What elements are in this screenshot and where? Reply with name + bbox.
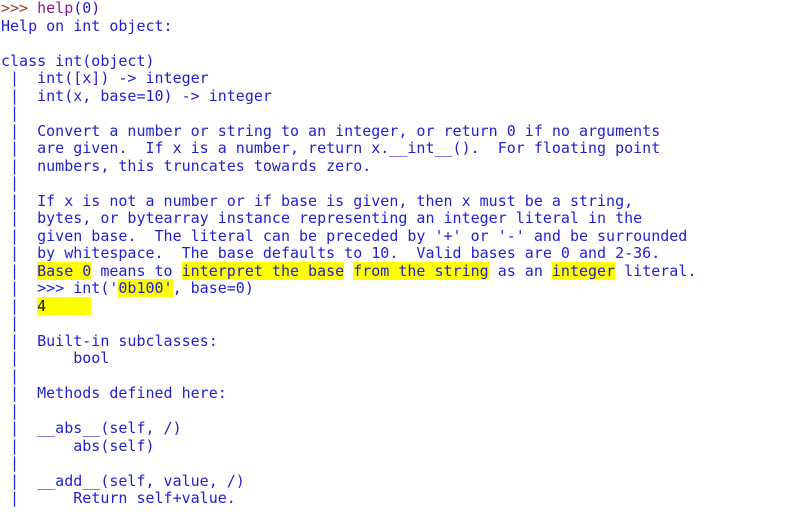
line-10-convert-description-cont2-seg-0: | numbers, this truncates towards zero.	[1, 156, 372, 175]
line-7-pipe-seg-0: |	[1, 104, 38, 122]
line-18-example-result-4-seg-0: |	[1, 296, 38, 315]
line-29-method-add-doc: | Return self+value.	[0, 489, 787, 508]
line-16-base-0-means-highlighted-seg-2: means to	[91, 261, 182, 280]
line-13-bytes-bytearray: | bytes, or bytearray instance represent…	[0, 209, 787, 228]
line-25-method-abs-signature: | __abs__(self, /)	[0, 419, 787, 438]
line-1-prompt-help-call-seg-0: >>>	[1, 0, 38, 17]
line-1-prompt-help-call-seg-2: (0)	[73, 0, 101, 17]
line-21-subclass-bool-seg-0: | bool	[1, 349, 110, 367]
line-18-example-result-4: | 4	[0, 296, 787, 316]
line-17-example-int-call: | >>> int('0b100', base=0)	[0, 279, 787, 298]
line-16-base-0-means-highlighted-seg-5: from the string	[353, 261, 489, 280]
line-25-method-abs-signature-seg-0: | __abs__(self, /)	[1, 419, 182, 437]
line-9-convert-description-cont: | are given. If x is a number, return x.…	[0, 139, 787, 158]
line-16-base-0-means-highlighted-seg-6: as an	[488, 261, 552, 280]
line-22-pipe-seg-0: |	[1, 366, 38, 385]
line-20-builtin-subclasses-header-seg-0: | Built-in subclasses:	[1, 331, 218, 350]
line-5-signature-int-x: | int([x]) -> integer	[0, 69, 787, 88]
line-21-subclass-bool: | bool	[0, 349, 787, 368]
line-7-pipe: |	[0, 104, 787, 123]
line-17-example-int-call-seg-0: | >>> int('	[1, 279, 119, 297]
line-20-builtin-subclasses-header: | Built-in subclasses:	[0, 331, 787, 351]
line-26-method-abs-doc: | abs(self)	[0, 436, 787, 456]
line-1-prompt-help-call-seg-1: help	[37, 0, 74, 17]
line-12-if-x-not-number-seg-0: | If x is not a number or if base is giv…	[1, 191, 634, 210]
line-16-base-0-means-highlighted-seg-8: literal.	[615, 261, 697, 280]
line-11-pipe: |	[0, 174, 787, 193]
line-6-signature-int-x-base-seg-0: | int(x, base=10) -> integer	[1, 86, 272, 105]
line-15-whitespace-base-defaults: | by whitespace. The base defaults to 10…	[0, 244, 787, 263]
line-16-base-0-means-highlighted-seg-1: Base 0	[37, 261, 92, 280]
line-26-method-abs-doc-seg-0: | abs(self)	[1, 436, 155, 455]
line-4-class-int-object: class int(object)	[0, 51, 787, 71]
line-5-signature-int-x-seg-0: | int([x]) -> integer	[1, 69, 209, 87]
line-16-base-0-means-highlighted: | Base 0 means to interpret the base fro…	[0, 261, 787, 281]
line-10-convert-description-cont2: | numbers, this truncates towards zero.	[0, 156, 787, 176]
line-23-methods-defined-header: | Methods defined here:	[0, 384, 787, 403]
line-27-pipe-seg-0: |	[1, 454, 38, 472]
line-19-pipe-seg-0: |	[1, 314, 38, 332]
line-2-help-on-int-object: Help on int object:	[0, 16, 787, 36]
line-27-pipe: |	[0, 454, 787, 473]
line-16-base-0-means-highlighted-seg-4	[344, 262, 353, 280]
line-15-whitespace-base-defaults-seg-0: | by whitespace. The base defaults to 10…	[1, 244, 661, 262]
line-17-example-int-call-seg-1: 0b100'	[118, 279, 173, 297]
line-18-example-result-4-seg-1: 4	[37, 296, 92, 315]
line-3-blank	[0, 35, 787, 53]
line-4-class-int-object-seg-0: class int(object)	[1, 51, 155, 70]
line-23-methods-defined-header-seg-0: | Methods defined here:	[1, 384, 227, 402]
line-14-given-base-literal-seg-0: | given base. The literal can be precede…	[1, 226, 688, 245]
line-13-bytes-bytearray-seg-0: | bytes, or bytearray instance represent…	[1, 209, 643, 227]
line-2-help-on-int-object-seg-0: Help on int object:	[1, 16, 173, 35]
terminal-output-pane[interactable]: >>> help(0) Help on int object: class int…	[0, 0, 787, 526]
line-24-pipe-seg-0: |	[1, 401, 38, 420]
line-19-pipe: |	[0, 314, 787, 333]
line-28-method-add-signature-seg-0: | __add__(self, value, /)	[1, 471, 245, 490]
line-8-convert-description-seg-0: | Convert a number or string to an integ…	[1, 121, 661, 140]
line-28-method-add-signature: | __add__(self, value, /)	[0, 471, 787, 491]
line-14-given-base-literal: | given base. The literal can be precede…	[0, 226, 787, 246]
line-16-base-0-means-highlighted-seg-0: |	[1, 261, 38, 280]
line-9-convert-description-cont-seg-0: | are given. If x is a number, return x.…	[1, 139, 661, 157]
line-29-method-add-doc-seg-0: | Return self+value.	[1, 489, 236, 507]
line-12-if-x-not-number: | If x is not a number or if base is giv…	[0, 191, 787, 211]
line-16-base-0-means-highlighted-seg-3: interpret the base	[181, 261, 345, 280]
line-8-convert-description: | Convert a number or string to an integ…	[0, 121, 787, 141]
line-22-pipe: |	[0, 366, 787, 386]
line-24-pipe: |	[0, 401, 787, 421]
line-11-pipe-seg-0: |	[1, 174, 38, 192]
line-17-example-int-call-seg-2: , base=0)	[172, 279, 254, 297]
line-16-base-0-means-highlighted-seg-7: integer	[551, 261, 616, 280]
line-1-prompt-help-call: >>> help(0)	[0, 0, 787, 18]
line-6-signature-int-x-base: | int(x, base=10) -> integer	[0, 86, 787, 106]
